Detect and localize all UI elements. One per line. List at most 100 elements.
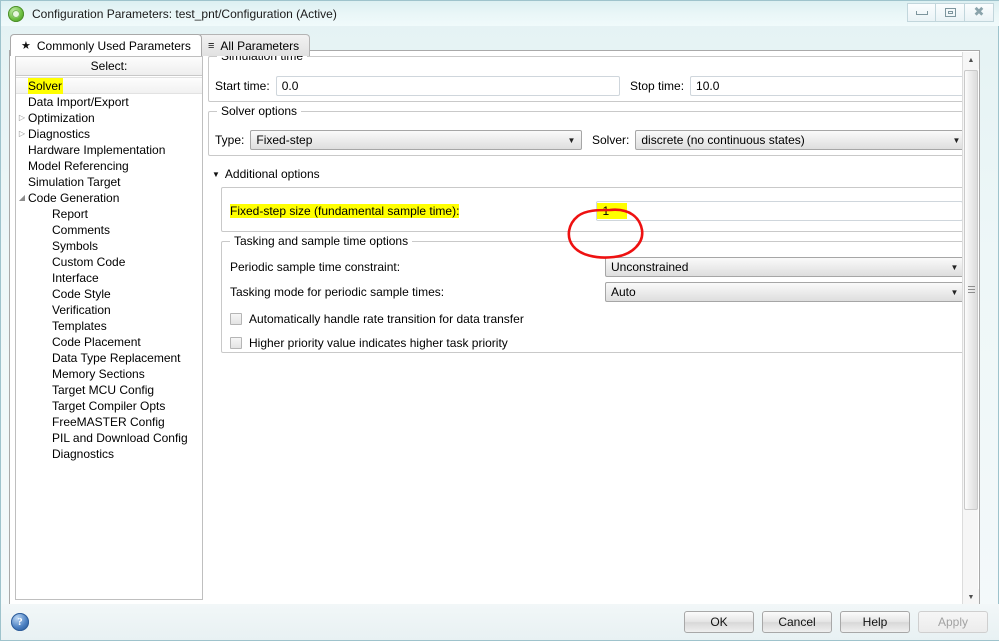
scrollbar-thumb[interactable] xyxy=(964,70,978,510)
solver-label: Solver: xyxy=(592,133,630,147)
maximize-restore-button[interactable] xyxy=(936,3,965,22)
start-time-input[interactable]: 0.0 xyxy=(275,76,621,96)
sidebar-item-label: Symbols xyxy=(52,239,99,253)
sidebar-item-verification[interactable]: Verification xyxy=(16,302,202,318)
sidebar-item-templates[interactable]: Templates xyxy=(16,318,202,334)
sidebar-item-symbols[interactable]: Symbols xyxy=(16,238,202,254)
sidebar-item-comments[interactable]: Comments xyxy=(16,222,202,238)
sidebar-item-label: Interface xyxy=(52,271,99,285)
scroll-up-arrow-icon[interactable]: ▲ xyxy=(963,52,979,69)
window-title: Configuration Parameters: test_pnt/Confi… xyxy=(32,6,337,21)
sidebar-item-optimization[interactable]: ▷ Optimization xyxy=(16,110,202,126)
parameters-pane: Simulation time Start time: 0.0 Stop tim… xyxy=(208,56,974,600)
sidebar-item-data-type-replacement[interactable]: Data Type Replacement xyxy=(16,350,202,366)
sidebar-item-label: Model Referencing xyxy=(28,159,129,173)
sidebar-item-diagnostics[interactable]: ▷ Diagnostics xyxy=(16,126,202,142)
simulation-time-group: Simulation time Start time: 0.0 Stop tim… xyxy=(208,56,974,102)
sidebar-item-label: PIL and Download Config xyxy=(52,431,188,445)
twisty-expanded-icon[interactable]: ◢ xyxy=(16,190,28,206)
periodic-sample-time-constraint-value: Unconstrained xyxy=(611,260,689,274)
solver-type-label: Type: xyxy=(215,133,245,147)
dialog-button-bar: OK Cancel Help Apply xyxy=(684,611,988,633)
solver-type-dropdown[interactable]: Fixed-step ▼ xyxy=(250,130,582,150)
fixed-step-size-input[interactable]: 1 xyxy=(596,201,964,221)
sidebar-item-pil-and-download-config[interactable]: PIL and Download Config xyxy=(16,430,202,446)
twisty-collapsed-icon[interactable]: ▷ xyxy=(16,126,28,142)
star-icon: ★ xyxy=(21,40,31,52)
solver-options-group: Solver options Type: Fixed-step ▼ Solver… xyxy=(208,105,974,156)
minimize-button[interactable] xyxy=(907,3,936,22)
fixed-step-size-value: 1 xyxy=(597,203,628,219)
sidebar-item-label: Target Compiler Opts xyxy=(52,399,166,413)
configuration-parameters-window: Configuration Parameters: test_pnt/Confi… xyxy=(0,0,999,641)
help-info-icon[interactable]: ? xyxy=(11,613,29,631)
additional-options-expander[interactable]: ▼ Additional options xyxy=(212,165,974,183)
solver-options-legend: Solver options xyxy=(217,105,302,117)
sidebar-item-target-compiler-opts[interactable]: Target Compiler Opts xyxy=(16,398,202,414)
sidebar-item-data-import-export[interactable]: Data Import/Export xyxy=(16,94,202,110)
dialog-footer: ? OK Cancel Help Apply xyxy=(1,604,999,640)
vertical-scrollbar[interactable]: ▲ ▼ xyxy=(962,52,979,606)
window-controls: ✖ xyxy=(907,3,994,22)
sidebar-item-label: Target MCU Config xyxy=(52,383,155,397)
close-button[interactable]: ✖ xyxy=(965,3,994,22)
help-button[interactable]: Help xyxy=(840,611,910,633)
twisty-collapsed-icon[interactable]: ▷ xyxy=(16,110,28,126)
stop-time-label: Stop time: xyxy=(630,79,685,93)
additional-options-label: Additional options xyxy=(224,167,320,181)
sidebar-item-custom-code[interactable]: Custom Code xyxy=(16,254,202,270)
navigation-tree: Solver Data Import/Export ▷ Optimization ▷ Di… xyxy=(16,76,202,462)
select-header: Select: xyxy=(16,57,202,76)
sidebar-item-label: FreeMASTER Config xyxy=(52,415,165,429)
sidebar-item-diagnostics[interactable]: Diagnostics xyxy=(16,446,202,462)
sidebar-item-label: Memory Sections xyxy=(52,367,145,381)
sidebar-item-solver[interactable]: Solver xyxy=(16,77,202,94)
tab-commonly-used-parameters-label: Commonly Used Parameters xyxy=(36,38,191,53)
solver-type-value: Fixed-step xyxy=(256,133,313,147)
chevron-down-icon: ▼ xyxy=(950,262,959,272)
sidebar-item-interface[interactable]: Interface xyxy=(16,270,202,286)
periodic-sample-time-constraint-label: Periodic sample time constraint: xyxy=(230,260,401,274)
sidebar-item-label: Simulation Target xyxy=(28,175,121,189)
sidebar-item-label: Report xyxy=(52,207,89,221)
sidebar-item-label: Code Placement xyxy=(52,335,141,349)
content-panel: Select: Solver Data Import/Export ▷ Optimiz… xyxy=(9,50,980,606)
sidebar-item-label: Hardware Implementation xyxy=(28,143,166,157)
auto-rate-transition-checkbox[interactable] xyxy=(230,313,242,325)
start-time-label: Start time: xyxy=(215,79,270,93)
sidebar-item-label: Optimization xyxy=(28,111,95,125)
tasking-mode-label: Tasking mode for periodic sample times: xyxy=(230,285,445,299)
title-bar: Configuration Parameters: test_pnt/Confi… xyxy=(1,1,999,26)
sidebar-item-label: Data Import/Export xyxy=(28,95,129,109)
sidebar-item-report[interactable]: Report xyxy=(16,206,202,222)
sidebar-item-hardware-implementation[interactable]: Hardware Implementation xyxy=(16,142,202,158)
tab-commonly-used-parameters[interactable]: ★ Commonly Used Parameters xyxy=(10,34,202,56)
ok-button[interactable]: OK xyxy=(684,611,754,633)
sidebar-item-code-style[interactable]: Code Style xyxy=(16,286,202,302)
triangle-down-icon: ▼ xyxy=(212,169,220,179)
tasking-mode-value: Auto xyxy=(611,285,636,299)
sidebar-item-memory-sections[interactable]: Memory Sections xyxy=(16,366,202,382)
sidebar-item-label: Data Type Replacement xyxy=(52,351,181,365)
cancel-button[interactable]: Cancel xyxy=(762,611,832,633)
solver-dropdown[interactable]: discrete (no continuous states) ▼ xyxy=(635,130,967,150)
fixed-step-size-label: Fixed-step size (fundamental sample time… xyxy=(230,204,460,218)
sidebar-item-label: Custom Code xyxy=(52,255,126,269)
tab-all-parameters[interactable]: ≡ All Parameters xyxy=(197,34,311,56)
solver-value: discrete (no continuous states) xyxy=(641,133,805,147)
sidebar-item-code-placement[interactable]: Code Placement xyxy=(16,334,202,350)
tasking-mode-dropdown[interactable]: Auto ▼ xyxy=(605,282,965,302)
list-icon: ≡ xyxy=(208,39,215,52)
auto-rate-transition-label: Automatically handle rate transition for… xyxy=(249,312,524,326)
periodic-sample-time-constraint-dropdown[interactable]: Unconstrained ▼ xyxy=(605,257,965,277)
stop-time-input[interactable]: 10.0 xyxy=(690,76,967,96)
sidebar-item-simulation-target[interactable]: Simulation Target xyxy=(16,174,202,190)
sidebar-item-code-generation[interactable]: ◢ Code Generation xyxy=(16,190,202,206)
sidebar-item-freemaster-config[interactable]: FreeMASTER Config xyxy=(16,414,202,430)
sidebar-item-model-referencing[interactable]: Model Referencing xyxy=(16,158,202,174)
fixed-step-size-group: Fixed-step size (fundamental sample time… xyxy=(221,187,974,232)
higher-priority-checkbox[interactable] xyxy=(230,337,242,349)
higher-priority-label: Higher priority value indicates higher t… xyxy=(249,336,508,350)
sidebar-item-target-mcu-config[interactable]: Target MCU Config xyxy=(16,382,202,398)
chevron-down-icon: ▼ xyxy=(567,135,576,145)
